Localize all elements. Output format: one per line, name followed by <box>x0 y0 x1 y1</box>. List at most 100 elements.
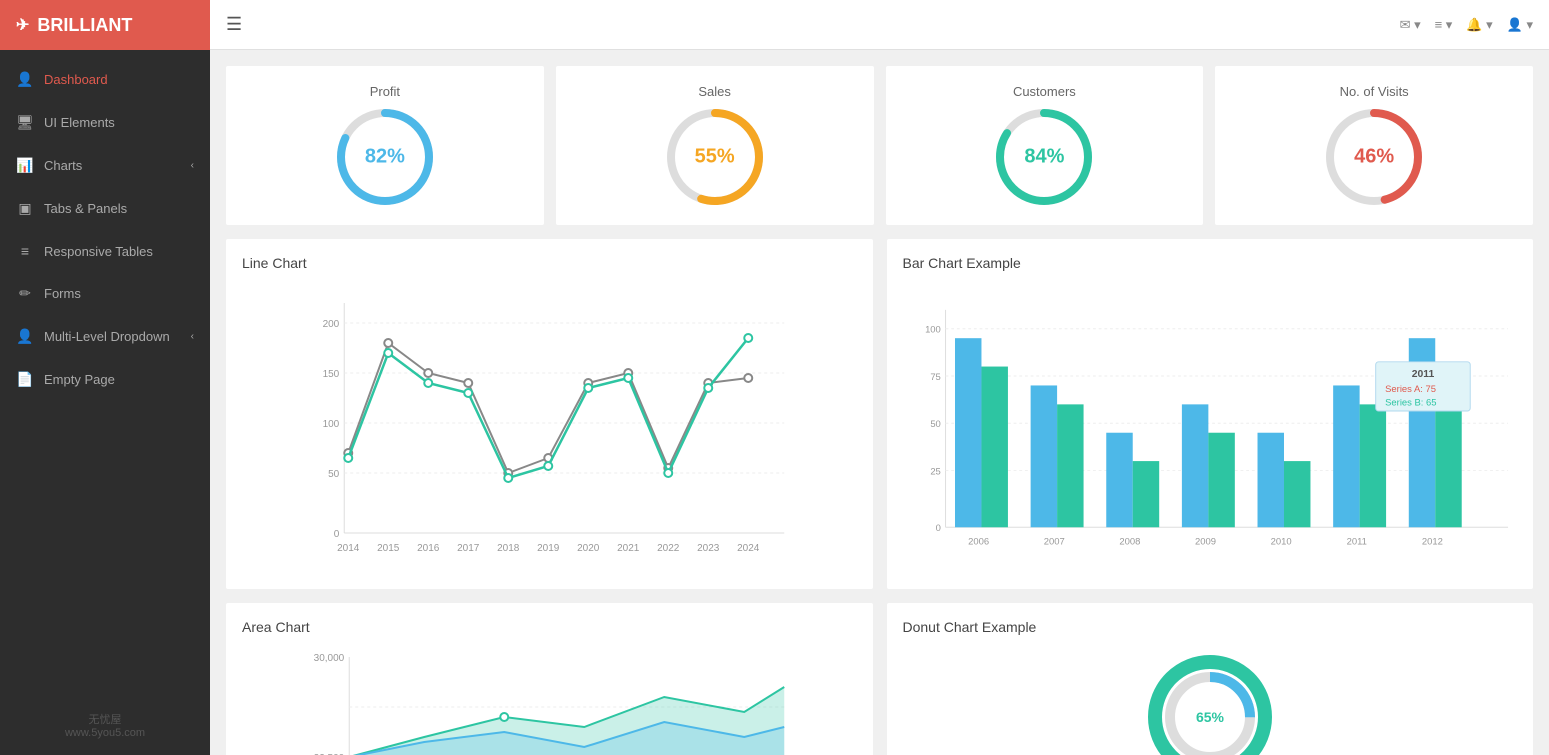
area-chart-wrap: 22,500 30,000 <box>242 647 857 755</box>
line-chart-wrap: 0 50 100 150 200 2014 2015 2016 2017 201… <box>242 283 857 573</box>
stat-value-2: 84% <box>1024 146 1064 169</box>
svg-text:Series A: 75: Series A: 75 <box>1385 384 1436 395</box>
stat-card-title-0: Profit <box>370 84 400 99</box>
sidebar-item-ui-elements[interactable]: 🖥 UI Elements <box>0 101 210 144</box>
svg-text:30,000: 30,000 <box>314 653 345 664</box>
stat-donut-0: 82% <box>335 107 435 207</box>
stat-card-title-1: Sales <box>698 84 731 99</box>
nav-label-tabs-panels: Tabs & Panels <box>44 201 127 216</box>
svg-text:2012: 2012 <box>1421 536 1442 547</box>
nav-label-charts: Charts <box>44 158 82 173</box>
chevron-icon: ‹ <box>191 331 194 342</box>
svg-text:2009: 2009 <box>1195 536 1216 547</box>
chevron-icon: ‹ <box>191 160 194 171</box>
area-chart-svg: 22,500 30,000 <box>242 647 857 755</box>
main-area: ☰ ✉ ▾ ≡ ▾ 🔔 ▾ 👤 ▾ Profit 82% Sales <box>210 0 1549 755</box>
svg-text:2015: 2015 <box>377 543 400 554</box>
nav-icon-tabs-panels: ▣ <box>16 200 34 217</box>
area-chart-card: Area Chart 22,500 30,000 <box>226 603 873 755</box>
svg-text:75: 75 <box>930 372 941 383</box>
svg-text:2007: 2007 <box>1043 536 1064 547</box>
sidebar-item-responsive-tables[interactable]: ≡ Responsive Tables <box>0 230 210 272</box>
svg-text:0: 0 <box>935 523 940 534</box>
bar-chart-card: Bar Chart Example 0 25 50 <box>887 239 1534 589</box>
svg-text:2020: 2020 <box>577 543 600 554</box>
nav-label-dashboard: Dashboard <box>44 72 108 87</box>
svg-text:2021: 2021 <box>617 543 640 554</box>
line-chart-card: Line Chart 0 50 100 <box>226 239 873 589</box>
nav-label-ui-elements: UI Elements <box>44 115 115 130</box>
svg-text:2010: 2010 <box>1270 536 1291 547</box>
stat-value-1: 55% <box>695 146 735 169</box>
svg-text:2016: 2016 <box>417 543 440 554</box>
svg-text:65%: 65% <box>1196 709 1225 725</box>
sidebar-nav: 👤 Dashboard 🖥 UI Elements 📊 Charts ‹ ▣ T… <box>0 50 210 695</box>
stat-card-title-3: No. of Visits <box>1340 84 1409 99</box>
svg-text:100: 100 <box>323 419 340 430</box>
svg-text:2006: 2006 <box>968 536 989 547</box>
topbar-action-2[interactable]: 🔔 ▾ <box>1466 17 1492 33</box>
line-chart-title: Line Chart <box>242 255 857 271</box>
svg-text:200: 200 <box>323 319 340 330</box>
topbar-action-1[interactable]: ≡ ▾ <box>1435 17 1453 33</box>
line-chart-svg: 0 50 100 150 200 2014 2015 2016 2017 201… <box>242 283 857 573</box>
donut-chart-wrap: 65% <box>903 647 1518 755</box>
sidebar-item-charts[interactable]: 📊 Charts ‹ <box>0 144 210 187</box>
svg-text:2022: 2022 <box>657 543 680 554</box>
brand-logo[interactable]: ✈ BRILLIANT <box>0 0 210 50</box>
stat-donut-2: 84% <box>994 107 1094 207</box>
svg-text:2018: 2018 <box>497 543 520 554</box>
donut-chart-card: Donut Chart Example 65% <box>887 603 1534 755</box>
nav-label-empty-page: Empty Page <box>44 372 115 387</box>
sidebar-item-multi-level[interactable]: 👤 Multi-Level Dropdown ‹ <box>0 315 210 358</box>
nav-label-forms: Forms <box>44 286 81 301</box>
bar-chart-svg: 0 25 50 75 100 2006 2007 <box>903 283 1518 573</box>
nav-icon-ui-elements: 🖥 <box>16 114 34 131</box>
bottom-charts-row: Area Chart 22,500 30,000 <box>226 603 1533 755</box>
svg-text:2019: 2019 <box>537 543 560 554</box>
svg-text:2014: 2014 <box>337 543 360 554</box>
donut-svg: 65% <box>1145 652 1275 755</box>
stat-card-3: No. of Visits 46% <box>1215 66 1533 225</box>
svg-text:100: 100 <box>925 325 941 336</box>
svg-text:50: 50 <box>328 469 340 480</box>
bar-chart-wrap: 0 25 50 75 100 2006 2007 <box>903 283 1518 573</box>
stat-card-1: Sales 55% <box>556 66 874 225</box>
svg-text:2023: 2023 <box>697 543 720 554</box>
svg-text:Series B: 65: Series B: 65 <box>1385 397 1436 408</box>
stat-card-0: Profit 82% <box>226 66 544 225</box>
stat-donut-3: 46% <box>1324 107 1424 207</box>
nav-icon-dashboard: 👤 <box>16 71 34 88</box>
sidebar-item-dashboard[interactable]: 👤 Dashboard <box>0 58 210 101</box>
svg-text:2011: 2011 <box>1411 369 1434 380</box>
stat-card-title-2: Customers <box>1013 84 1076 99</box>
topbar-action-0[interactable]: ✉ ▾ <box>1400 17 1421 33</box>
sidebar-item-forms[interactable]: ✏ Forms <box>0 272 210 315</box>
area-chart-title: Area Chart <box>242 619 857 635</box>
stat-value-0: 82% <box>365 146 405 169</box>
nav-icon-responsive-tables: ≡ <box>16 243 34 259</box>
svg-text:25: 25 <box>930 466 941 477</box>
stat-cards-row: Profit 82% Sales 55% Customers <box>226 66 1533 225</box>
nav-icon-multi-level: 👤 <box>16 328 34 345</box>
stat-card-2: Customers 84% <box>886 66 1204 225</box>
svg-text:2008: 2008 <box>1119 536 1140 547</box>
svg-text:0: 0 <box>334 529 340 540</box>
topbar-action-3[interactable]: 👤 ▾ <box>1507 17 1533 33</box>
bar-chart-title: Bar Chart Example <box>903 255 1518 271</box>
topbar-actions: ✉ ▾ ≡ ▾ 🔔 ▾ 👤 ▾ <box>1400 17 1533 33</box>
nav-icon-charts: 📊 <box>16 157 34 174</box>
nav-icon-forms: ✏ <box>16 285 34 302</box>
svg-text:2024: 2024 <box>737 543 760 554</box>
menu-icon[interactable]: ☰ <box>226 14 242 35</box>
sidebar-item-empty-page[interactable]: 📄 Empty Page <box>0 358 210 401</box>
sidebar: ✈ BRILLIANT 👤 Dashboard 🖥 UI Elements 📊 … <box>0 0 210 755</box>
stat-value-3: 46% <box>1354 146 1394 169</box>
svg-text:2011: 2011 <box>1346 536 1366 547</box>
topbar: ☰ ✉ ▾ ≡ ▾ 🔔 ▾ 👤 ▾ <box>210 0 1549 50</box>
brand-name: BRILLIANT <box>37 15 132 36</box>
svg-text:50: 50 <box>930 419 941 430</box>
nav-label-multi-level: Multi-Level Dropdown <box>44 329 170 344</box>
nav-icon-empty-page: 📄 <box>16 371 34 388</box>
sidebar-item-tabs-panels[interactable]: ▣ Tabs & Panels <box>0 187 210 230</box>
